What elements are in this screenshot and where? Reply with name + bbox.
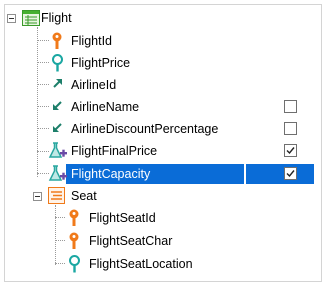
tree-guide-line bbox=[55, 240, 65, 241]
key-icon bbox=[68, 209, 80, 230]
tree-guide-line bbox=[37, 128, 49, 129]
attribute-label[interactable]: FlightFinalPrice bbox=[71, 141, 157, 161]
attribute-label[interactable]: AirlineDiscountPercentage bbox=[71, 119, 218, 139]
tree-guide-line bbox=[37, 84, 49, 85]
search-key-icon bbox=[68, 255, 81, 276]
tree-guide-line bbox=[37, 62, 49, 63]
formula-flask-icon bbox=[48, 142, 68, 163]
tree-guide-line bbox=[55, 263, 65, 264]
attribute-checkbox[interactable] bbox=[284, 100, 297, 113]
tree-guide-line bbox=[37, 106, 49, 107]
attribute-label[interactable]: FlightPrice bbox=[71, 53, 130, 73]
attribute-label[interactable]: FlightId bbox=[71, 31, 112, 51]
level-attribute-label[interactable]: FlightSeatChar bbox=[89, 231, 172, 251]
inferred-arrow-icon bbox=[52, 122, 63, 136]
tree-root-label[interactable]: Flight bbox=[41, 8, 72, 28]
tree-guide-line bbox=[37, 40, 49, 41]
attribute-checkbox-checked[interactable] bbox=[284, 167, 297, 180]
attribute-label[interactable]: AirlineName bbox=[71, 97, 139, 117]
collapse-toggle-flight[interactable] bbox=[7, 14, 16, 23]
attribute-label[interactable]: AirlineId bbox=[71, 75, 116, 95]
key-icon bbox=[68, 232, 80, 253]
collapse-toggle-seat[interactable] bbox=[33, 192, 42, 201]
key-icon bbox=[51, 32, 63, 53]
level-icon bbox=[48, 187, 65, 207]
tree-guide-line bbox=[37, 27, 38, 177]
attribute-label-selected[interactable]: FlightCapacity bbox=[71, 164, 150, 184]
level-attribute-label[interactable]: FlightSeatId bbox=[89, 208, 156, 228]
search-key-icon bbox=[51, 54, 64, 75]
formula-flask-icon bbox=[48, 165, 68, 186]
level-attribute-label[interactable]: FlightSeatLocation bbox=[89, 254, 193, 274]
column-divider bbox=[244, 164, 246, 184]
tree-guide-line bbox=[55, 205, 56, 265]
foreign-key-arrow-icon bbox=[52, 78, 63, 92]
level-label[interactable]: Seat bbox=[71, 186, 97, 206]
attribute-checkbox[interactable] bbox=[284, 122, 297, 135]
transaction-table-icon bbox=[22, 10, 40, 29]
tree-guide-line bbox=[55, 217, 65, 218]
inferred-arrow-icon bbox=[52, 100, 63, 114]
attribute-checkbox-checked[interactable] bbox=[284, 144, 297, 157]
